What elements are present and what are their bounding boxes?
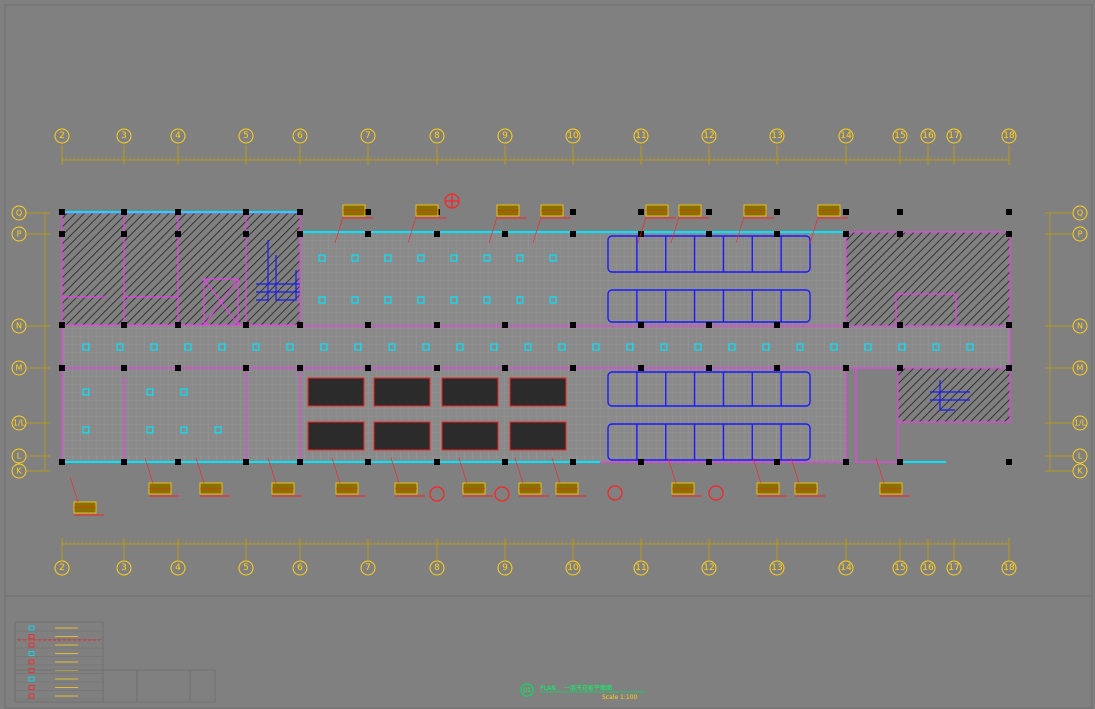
grid-column-label: 17	[948, 131, 959, 141]
grid-row-label: K	[1077, 467, 1083, 476]
grid-column-label: 12	[703, 563, 714, 573]
bottom-dimension-line	[62, 541, 1009, 545]
grid-row-label: N	[1077, 322, 1083, 331]
grid-column-label: 5	[243, 131, 249, 141]
grid-column-label: 15	[894, 563, 905, 573]
grid-column-label: 9	[502, 563, 508, 573]
grid-column-label: 6	[297, 131, 303, 141]
grid-column-label: 5	[243, 563, 249, 573]
legend-symbol-icon	[28, 642, 35, 648]
legend-symbol-icon	[28, 668, 35, 673]
legend-symbol-icon	[28, 651, 35, 656]
grid-column-label: 13	[771, 563, 782, 573]
grid-column-label: 18	[1003, 131, 1015, 141]
grid-column-label: 7	[365, 563, 371, 573]
legend-symbol-icon	[28, 659, 35, 665]
grid-column-label: 13	[771, 131, 782, 141]
grid-row-label: Q	[16, 209, 22, 218]
grid-row-label: K	[16, 467, 22, 476]
grid-column-label: 7	[365, 131, 371, 141]
svg-text:01: 01	[523, 687, 531, 694]
grid-column-label: 9	[502, 131, 508, 141]
grid-row-label: M	[1077, 364, 1084, 373]
grid-row-label: P	[1078, 230, 1083, 239]
grid-column-label: 2	[59, 563, 65, 573]
grid-column-label: 14	[840, 563, 852, 573]
title-scale: Scale 1:100	[602, 694, 638, 701]
legend-symbol-icon	[28, 625, 35, 631]
grid-row-label: L	[1078, 452, 1083, 461]
grid-column-label: 10	[567, 131, 579, 141]
legend-symbol-icon	[28, 693, 35, 699]
cad-floor-plan: 2 2 3 3 4 4 5 5 6 6 7 7 8 8 9 9 10 10 11 11 12 12 13 13 14 14 15 15…	[4, 4, 1093, 709]
grid-row-label: N	[16, 322, 22, 331]
drawing-title: 01 PLAN 一层天花板平面图 Scale 1:100	[520, 683, 646, 701]
grid-row-label: P	[17, 230, 22, 239]
grid-row-label: L	[17, 452, 22, 461]
grid-column-label: 3	[121, 131, 127, 141]
legend-symbol-icon	[28, 685, 35, 690]
grid-column-label: 6	[297, 563, 303, 573]
legend-symbol-icon	[28, 676, 35, 682]
grid-row-label: M	[16, 364, 23, 373]
grid-column-label: 15	[894, 131, 905, 141]
title-prefix: PLAN	[540, 685, 556, 692]
grid-column-label: 4	[175, 563, 181, 573]
grid-column-label: 16	[922, 131, 934, 141]
legend-symbol-icon	[28, 634, 35, 639]
grid-column-label: 14	[840, 131, 852, 141]
grid-column-label: 11	[635, 131, 646, 141]
grid-column-label: 11	[635, 563, 646, 573]
grid-row-label: 1/L	[1074, 419, 1087, 428]
top-dimension-line	[62, 157, 1009, 161]
grid-column-label: 17	[948, 563, 959, 573]
grid-row-label: 1/L	[13, 419, 26, 428]
grid-column-label: 8	[434, 563, 440, 573]
grid-column-label: 8	[434, 131, 440, 141]
grid-column-label: 16	[922, 563, 934, 573]
grid-column-label: 4	[175, 131, 181, 141]
title-main: 一层天花板平面图	[564, 684, 612, 692]
grid-column-label: 3	[121, 563, 127, 573]
grid-column-label: 12	[703, 131, 714, 141]
legend-table	[14, 621, 216, 703]
grid-row-label: Q	[1077, 209, 1083, 218]
grid-column-label: 18	[1003, 563, 1015, 573]
grid-column-label: 2	[59, 131, 65, 141]
grid-column-label: 10	[567, 563, 579, 573]
